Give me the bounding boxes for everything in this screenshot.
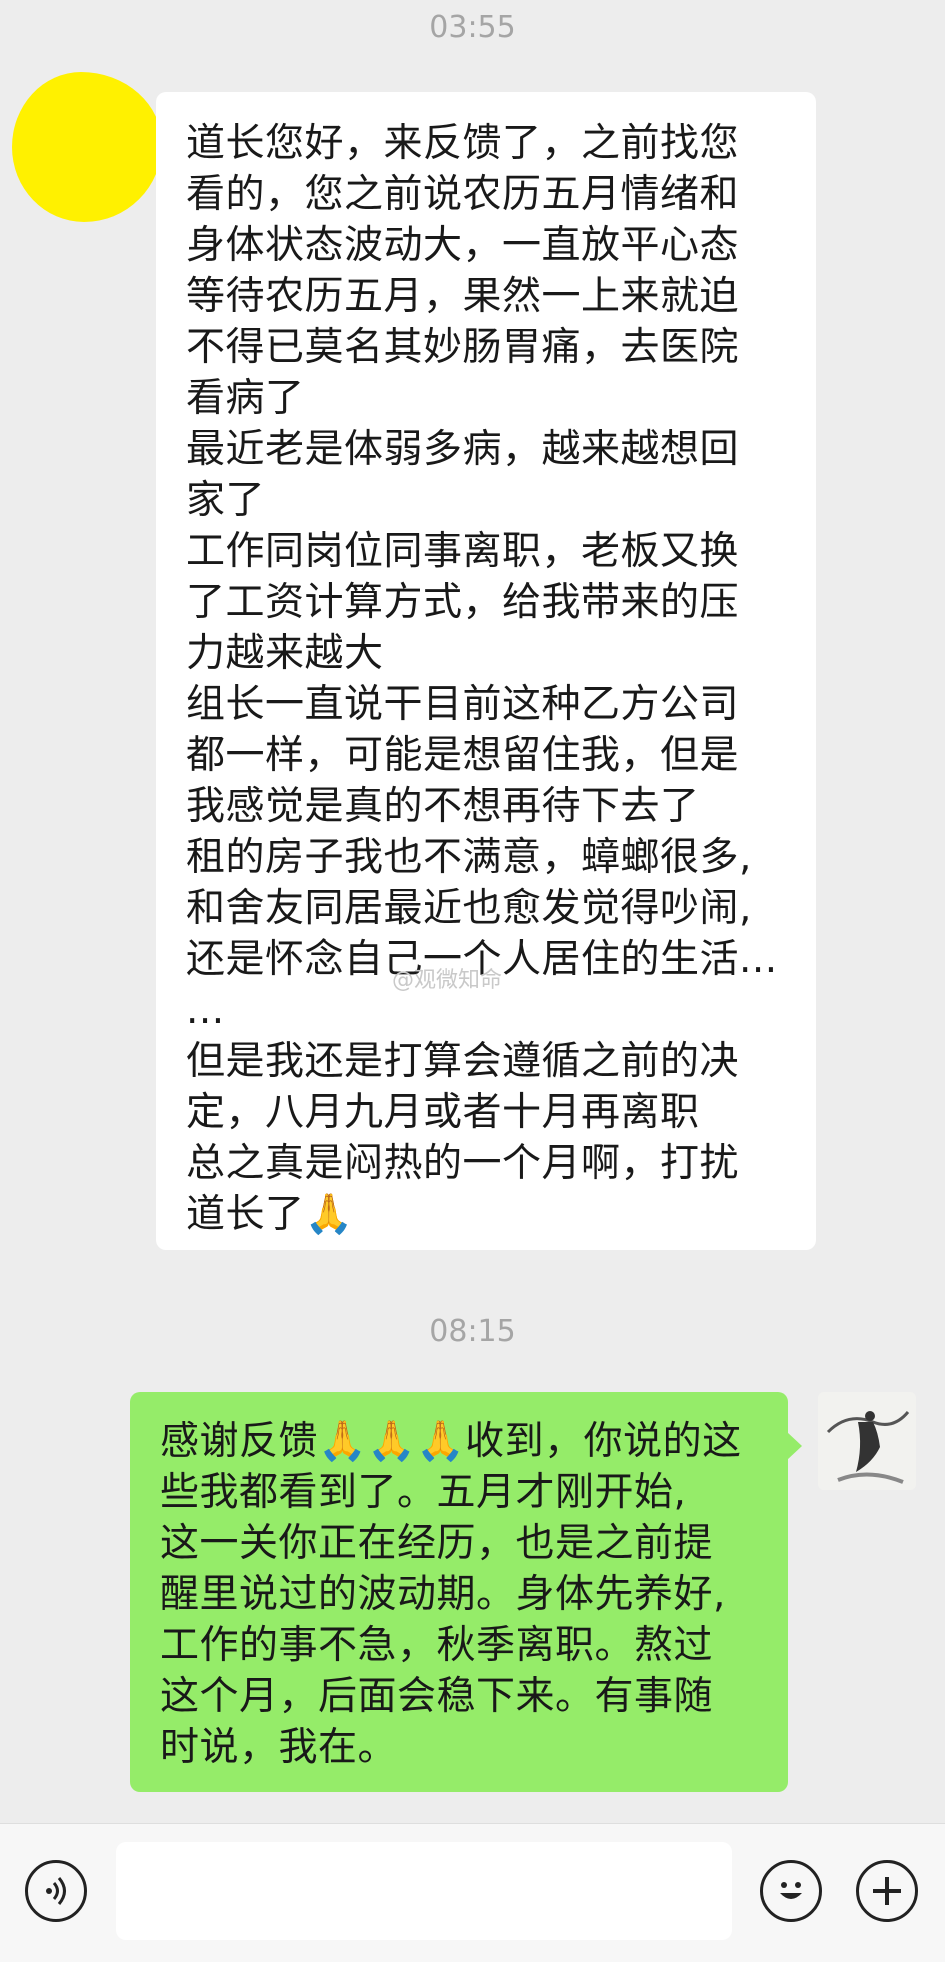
voice-icon[interactable] [25, 1860, 87, 1922]
message-line: 醒里说过的波动期。身体先养好, [160, 1572, 726, 1617]
message-line: 组长一直说干目前这种乙方公司 [186, 682, 740, 727]
message-line: 些我都看到了。五月才刚开始, [160, 1470, 687, 1515]
message-line: 租的房子我也不满意，蟑螂很多, [186, 835, 752, 880]
message-line: 道长您好，来反馈了，之前找您 [186, 121, 740, 166]
timestamp: 03:55 [429, 10, 516, 45]
message-line: 不得已莫名其妙肠胃痛，去医院 [186, 325, 740, 370]
voice-icon [46, 1877, 66, 1905]
message-line: 总之真是闷热的一个月啊，打扰 [186, 1141, 740, 1186]
watermark: @观微知命 [392, 968, 503, 993]
message-line: 力越来越大 [186, 631, 384, 676]
emoji-icon [780, 1882, 802, 1899]
message-line: 感谢反馈🙏🙏🙏收到，你说的这 [160, 1419, 742, 1464]
message-line: 都一样，可能是想留住我，但是 [186, 733, 740, 778]
chat-input-bar [0, 1823, 945, 1962]
timestamp: 08:15 [429, 1314, 516, 1349]
message-line: 这一关你正在经历，也是之前提 [160, 1521, 714, 1566]
message-line: 这个月，后面会稳下来。有事随 [160, 1674, 714, 1719]
message-line: 和舍友同居最近也愈发觉得吵闹, [186, 886, 752, 931]
message-input[interactable] [116, 1842, 732, 1940]
incoming-message-bubble[interactable]: 道长您好，来反馈了，之前找您 看的，您之前说农历五月情绪和 身体状态波动大，一直… [156, 92, 816, 1250]
message-line: 我感觉是真的不想再待下去了 [186, 784, 700, 829]
message-line: 看病了 [186, 376, 305, 421]
message-line: 工作同岗位同事离职，老板又换 [186, 529, 740, 574]
message-line: 定，八月九月或者十月再离职 [186, 1090, 700, 1135]
plus-icon [873, 1877, 901, 1905]
message-line: 身体状态波动大，一直放平心态 [186, 223, 740, 268]
message-line: 看的，您之前说农历五月情绪和 [186, 172, 740, 217]
emoji-icon[interactable] [760, 1860, 822, 1922]
self-avatar[interactable] [818, 1392, 916, 1490]
outgoing-message-bubble[interactable]: 感谢反馈🙏🙏🙏收到，你说的这 些我都看到了。五月才刚开始, 这一关你正在经历，也… [130, 1392, 802, 1792]
plus-icon[interactable] [856, 1860, 918, 1922]
message-line: 道长了🙏 [186, 1192, 354, 1237]
message-line: 时说，我在。 [160, 1725, 398, 1770]
message-line: 最近老是体弱多病，越来越想回 [186, 427, 740, 472]
avatar-figure-image [818, 1392, 916, 1490]
message-line: 家了 [186, 478, 266, 523]
message-line: 了工资计算方式，给我带来的压 [186, 580, 740, 625]
sender-avatar[interactable] [12, 72, 162, 222]
message-line: 等待农历五月，果然一上来就迫 [186, 274, 740, 319]
message-line: 工作的事不急，秋季离职。熬过 [160, 1623, 714, 1668]
message-line: 但是我还是打算会遵循之前的决 [186, 1039, 740, 1084]
